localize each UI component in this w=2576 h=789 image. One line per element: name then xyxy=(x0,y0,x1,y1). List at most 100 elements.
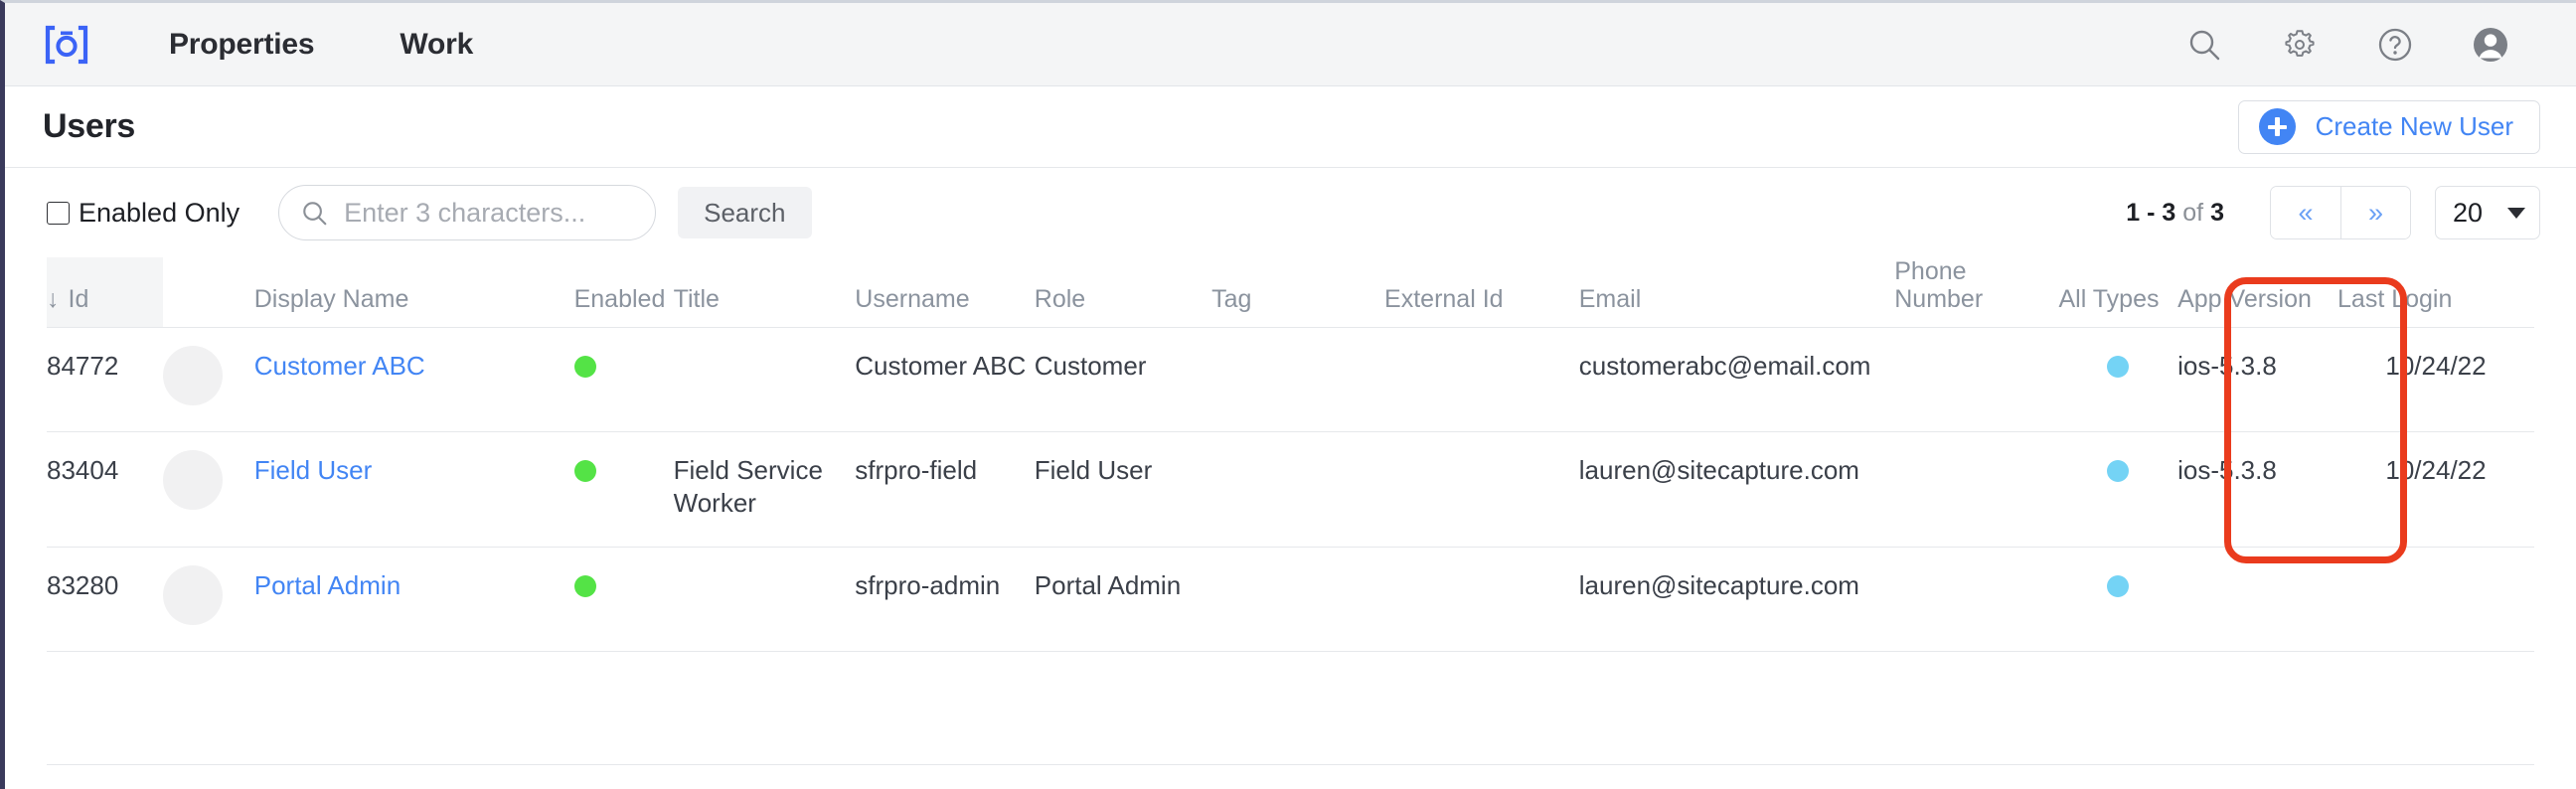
cell-title xyxy=(673,547,856,652)
chevron-down-icon xyxy=(2507,207,2525,219)
cell-last-login xyxy=(2337,547,2534,652)
cell-app-version: ios-5.3.8 xyxy=(2177,431,2338,548)
avatar xyxy=(163,564,224,625)
column-header-last-login[interactable]: Last Login xyxy=(2337,257,2534,328)
nav-item-properties[interactable]: Properties xyxy=(126,28,357,62)
column-header-app-version[interactable]: App Version xyxy=(2177,257,2338,328)
cell-username: sfrpro-field xyxy=(855,431,1035,548)
table-header-row: ↓ Id Display Name Enabled Title Username … xyxy=(47,257,2534,328)
cell-external-id xyxy=(1384,327,1579,432)
cell-all-types xyxy=(2058,431,2178,548)
app-logo-icon[interactable] xyxy=(41,22,92,68)
gear-icon[interactable] xyxy=(2252,15,2347,75)
cell-enabled xyxy=(573,547,674,652)
cell-email: lauren@sitecapture.com xyxy=(1578,431,1895,548)
column-header-username[interactable]: Username xyxy=(855,257,1035,328)
cell-id: 83280 xyxy=(47,547,164,652)
cell-avatar xyxy=(163,547,254,652)
cell-avatar xyxy=(163,431,254,548)
cell-external-id xyxy=(1384,547,1579,652)
table-row[interactable]: 83280 Portal Admin sfrpro-admin Portal Admi… xyxy=(47,547,2534,652)
table-toolbar: Enabled Only Search 1 - 3 of 3 « » 20 xyxy=(5,168,2576,257)
cell-role: Portal Admin xyxy=(1034,547,1212,652)
display-name-link[interactable]: Portal Admin xyxy=(254,570,401,600)
primary-nav: Properties Work xyxy=(126,28,516,62)
column-header-tag[interactable]: Tag xyxy=(1211,257,1385,328)
column-header-id[interactable]: ↓ Id xyxy=(47,257,164,328)
column-header-external-id[interactable]: External Id xyxy=(1384,257,1579,328)
cell-display-name: Customer ABC xyxy=(253,327,574,432)
pagination-total: 3 xyxy=(2210,198,2224,227)
pagination-controls: « » xyxy=(2270,186,2411,239)
cell-display-name: Field User xyxy=(253,431,574,548)
top-navigation-bar: Properties Work xyxy=(5,3,2576,86)
cell-email: lauren@sitecapture.com xyxy=(1578,547,1895,652)
column-header-all-types[interactable]: All Types xyxy=(2058,257,2178,328)
search-input[interactable] xyxy=(342,196,638,230)
search-button[interactable]: Search xyxy=(678,187,812,238)
sort-descending-icon: ↓ xyxy=(47,285,60,313)
users-table-body: 84772 Customer ABC Customer ABC Customer cus… xyxy=(47,327,2534,652)
cell-all-types xyxy=(2058,327,2178,432)
enabled-status-dot xyxy=(573,460,596,482)
cell-external-id xyxy=(1384,431,1579,548)
cell-id: 83404 xyxy=(47,431,164,548)
pagination-of-label: of xyxy=(2182,198,2204,227)
table-bottom-divider xyxy=(47,764,2534,765)
cell-phone-number xyxy=(1894,547,2059,652)
column-header-avatar xyxy=(163,257,254,328)
cell-title xyxy=(673,327,856,432)
pagination-range: 1 - 3 of 3 xyxy=(2126,199,2224,228)
enabled-only-label: Enabled Only xyxy=(79,197,241,228)
cell-last-login: 10/24/22 xyxy=(2337,327,2534,432)
search-field[interactable] xyxy=(278,185,657,240)
display-name-link[interactable]: Customer ABC xyxy=(254,351,425,381)
create-new-user-label: Create New User xyxy=(2315,111,2513,141)
topbar-actions xyxy=(2157,15,2538,75)
column-header-id-label: Id xyxy=(68,285,89,313)
cell-enabled xyxy=(573,431,674,548)
page-header: Users Create New User xyxy=(5,86,2576,168)
enabled-status-dot xyxy=(573,356,596,378)
column-header-enabled[interactable]: Enabled xyxy=(573,257,674,328)
cell-app-version xyxy=(2177,547,2338,652)
create-new-user-button[interactable]: Create New User xyxy=(2237,99,2540,154)
display-name-link[interactable]: Field User xyxy=(254,455,372,485)
column-header-title[interactable]: Title xyxy=(673,257,856,328)
search-icon[interactable] xyxy=(2157,15,2252,75)
cell-username: sfrpro-admin xyxy=(855,547,1035,652)
cell-id: 84772 xyxy=(47,327,164,432)
cell-title: Field Service Worker xyxy=(673,431,856,548)
cell-phone-number xyxy=(1894,431,2059,548)
cell-role: Customer xyxy=(1034,327,1212,432)
previous-page-button[interactable]: « xyxy=(2271,187,2340,238)
nav-item-work[interactable]: Work xyxy=(357,28,516,62)
plus-icon xyxy=(2258,108,2296,145)
avatar-icon[interactable] xyxy=(2443,15,2538,75)
avatar xyxy=(163,450,224,510)
users-table: ↓ Id Display Name Enabled Title Username … xyxy=(47,257,2534,652)
page-size-select[interactable]: 20 xyxy=(2435,186,2540,239)
next-page-button[interactable]: » xyxy=(2340,187,2410,238)
cell-app-version: ios-5.3.8 xyxy=(2177,327,2338,432)
cell-avatar xyxy=(163,327,254,432)
page-title: Users xyxy=(43,107,136,145)
table-row[interactable]: 83404 Field User Field Service Worker sfrpr… xyxy=(47,431,2534,548)
column-header-email[interactable]: Email xyxy=(1578,257,1895,328)
cell-last-login: 10/24/22 xyxy=(2337,431,2534,548)
app-window: Properties Work Users Create New User En… xyxy=(0,0,2576,789)
cell-tag xyxy=(1211,327,1385,432)
users-table-head: ↓ Id Display Name Enabled Title Username … xyxy=(47,257,2534,328)
column-header-role[interactable]: Role xyxy=(1034,257,1212,328)
cell-role: Field User xyxy=(1034,431,1212,548)
column-header-display-name[interactable]: Display Name xyxy=(253,257,574,328)
table-row[interactable]: 84772 Customer ABC Customer ABC Customer cus… xyxy=(47,327,2534,432)
avatar xyxy=(163,346,224,405)
all-types-dot xyxy=(2107,460,2130,482)
cell-email: customerabc@email.com xyxy=(1578,327,1895,432)
checkbox-box-icon[interactable] xyxy=(47,201,70,225)
column-header-phone-number[interactable]: Phone Number xyxy=(1894,257,2059,328)
enabled-only-checkbox[interactable]: Enabled Only xyxy=(47,198,240,229)
page-size-value: 20 xyxy=(2453,197,2484,228)
help-icon[interactable] xyxy=(2347,15,2443,75)
